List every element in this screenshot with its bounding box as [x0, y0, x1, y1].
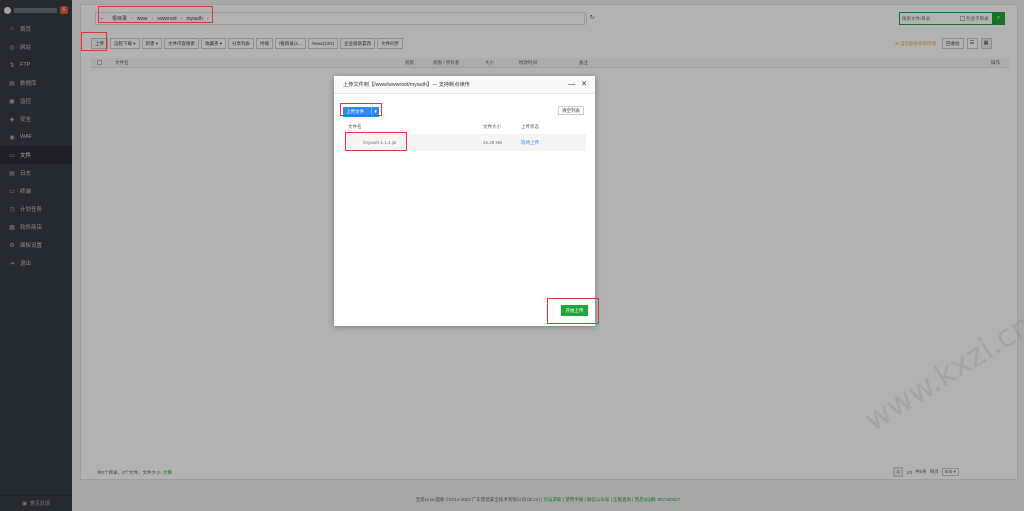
upload-list-header: 文件名 文件大小 上传状态 [343, 123, 586, 132]
upload-file-status: 等待上传 [521, 140, 539, 145]
dialog-title: 上传文件到【/www/wwwroot/myauth】--- 支持断点续传 [343, 82, 470, 88]
minimize-icon[interactable]: — [568, 81, 575, 89]
upload-file-size: 45.28 MB [483, 140, 503, 145]
annotation-upload-file-highlight [340, 103, 382, 116]
annotation-upload-highlight [81, 32, 107, 51]
close-icon[interactable]: ✕ [581, 81, 587, 89]
annotation-file-highlight [345, 132, 407, 151]
upload-col-status: 上传状态 [521, 124, 539, 129]
upload-col-name: 文件名 [348, 124, 362, 129]
dialog-header: 上传文件到【/www/wwwroot/myauth】--- 支持断点续传 [334, 76, 595, 94]
upload-col-size: 文件大小 [483, 124, 501, 129]
clear-list-button[interactable]: 清空列表 [558, 106, 584, 115]
annotation-path-highlight [98, 6, 213, 23]
annotation-start-highlight [547, 298, 599, 324]
dialog-controls: — ✕ [568, 81, 587, 89]
